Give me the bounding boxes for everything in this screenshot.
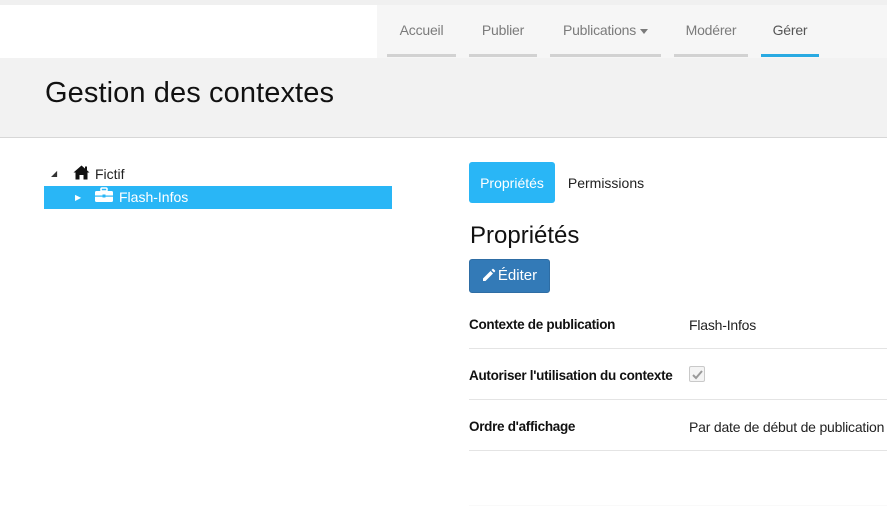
edit-button-label: Éditer — [497, 267, 538, 284]
property-value: Flash-Infos — [689, 317, 757, 333]
nav-underline — [550, 54, 661, 57]
briefcase-icon — [94, 187, 114, 206]
page-header: Gestion des contextes — [0, 58, 887, 138]
nav-item-publier[interactable]: Publier — [469, 5, 537, 58]
nav-underline — [469, 54, 537, 57]
nav-underline-active — [761, 54, 819, 57]
nav-item-gerer[interactable]: Gérer — [761, 5, 819, 58]
expand-triangle-icon[interactable]: ▶ — [75, 193, 81, 202]
nav-underline — [674, 54, 748, 57]
home-icon — [73, 165, 90, 183]
checkmark-icon — [692, 370, 703, 380]
section-title: Propriétés — [470, 222, 580, 249]
tab-permissions[interactable]: Permissions — [560, 162, 652, 203]
tab-proprietes[interactable]: Propriétés — [469, 162, 555, 203]
nav-item-label: Accueil — [399, 22, 444, 38]
edit-button[interactable]: Éditer — [469, 259, 550, 293]
nav-item-publications[interactable]: Publications — [550, 5, 661, 58]
tree-node-root[interactable]: ◢ Fictif — [44, 163, 392, 186]
tree-node-label: Fictif — [95, 166, 125, 182]
nav-item-accueil[interactable]: Accueil — [387, 5, 456, 58]
property-row-ordre: Ordre d'affichage Par date de début de p… — [469, 400, 887, 451]
nav-item-label: Publications — [562, 22, 637, 38]
nav-item-label: Publier — [481, 22, 525, 38]
tree-node-flash-infos[interactable]: ▶ Flash-Infos — [44, 186, 392, 209]
context-tree: ◢ Fictif ▶ Flash-Infos — [44, 163, 392, 209]
property-row-autoriser: Autoriser l'utilisation du contexte — [469, 349, 887, 400]
property-row-faded — [469, 451, 887, 506]
page-title: Gestion des contextes — [45, 77, 335, 109]
nav-item-moderer[interactable]: Modérer — [674, 5, 748, 58]
property-key: Ordre d'affichage — [469, 419, 576, 434]
property-key: Contexte de publication — [469, 317, 616, 332]
property-row-contexte: Contexte de publication Flash-Infos — [469, 298, 887, 349]
pencil-icon — [482, 268, 496, 281]
tree-node-label: Flash-Infos — [119, 189, 189, 205]
checked-checkbox — [689, 366, 705, 382]
property-value: Par date de début de publication — [689, 419, 885, 435]
nav-item-label: Modérer — [685, 22, 737, 38]
collapse-triangle-icon[interactable]: ◢ — [51, 169, 57, 178]
property-key: Autoriser l'utilisation du contexte — [469, 368, 673, 383]
nav-item-label: Gérer — [772, 22, 808, 38]
nav-underline — [387, 54, 456, 57]
caret-down-icon — [640, 28, 649, 34]
